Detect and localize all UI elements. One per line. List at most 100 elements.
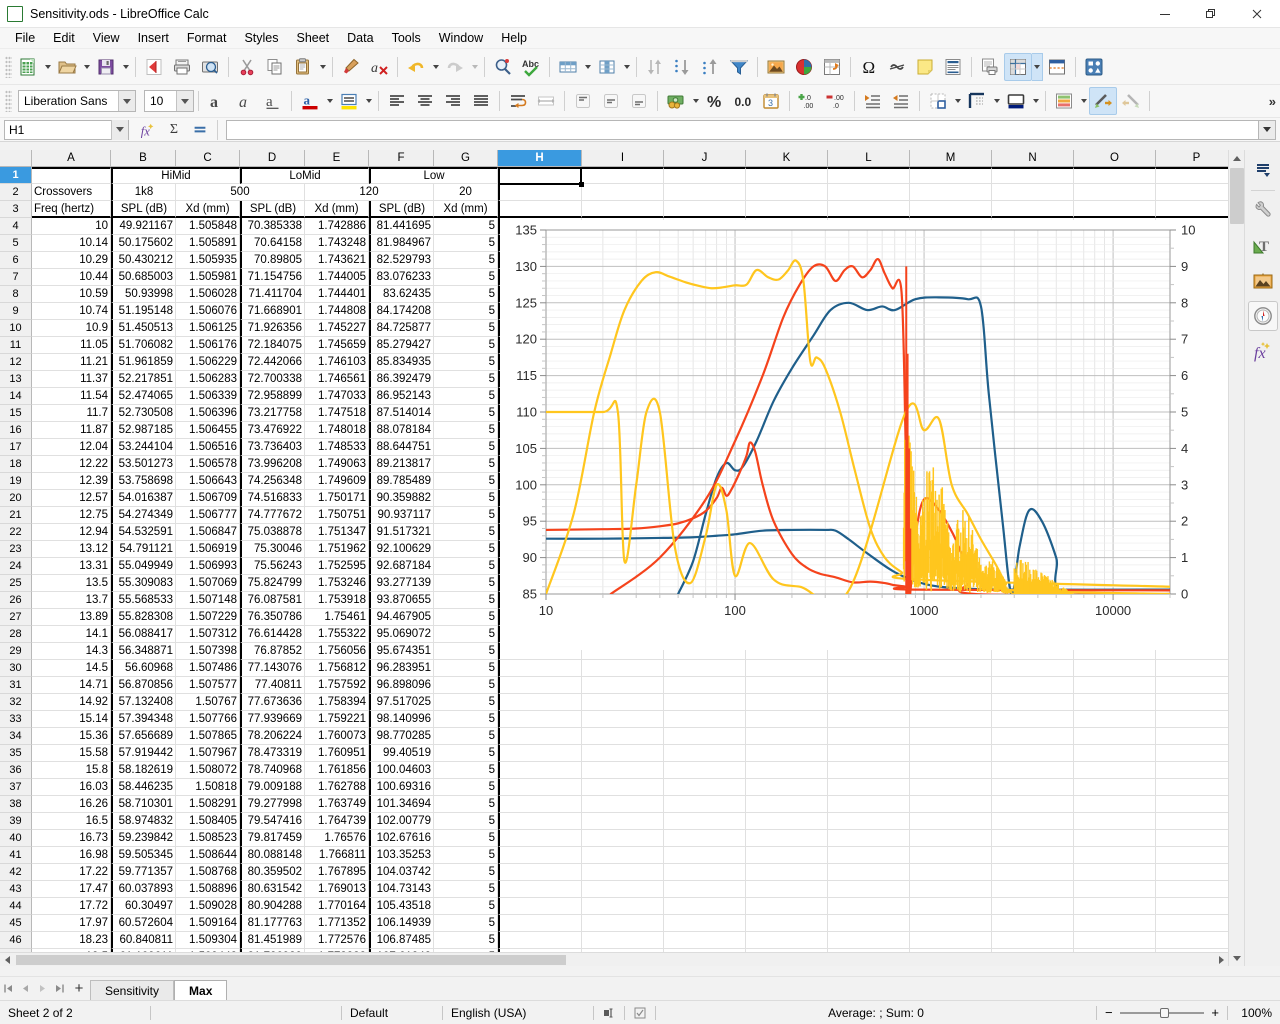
cell-B42[interactable]: 59.771357: [111, 864, 176, 881]
cell-B6[interactable]: 50.430212: [111, 252, 176, 269]
toolbar-grip[interactable]: [5, 90, 12, 112]
print-preview-icon[interactable]: [196, 53, 224, 81]
cell-G5[interactable]: 5: [434, 235, 498, 252]
cell-E30[interactable]: 1.756812: [305, 660, 369, 677]
cell-D36[interactable]: 78.740968: [240, 762, 305, 779]
first-sheet-icon[interactable]: [0, 978, 17, 1000]
cell-G43[interactable]: 5: [434, 881, 498, 898]
cell-A23[interactable]: 13.12: [32, 541, 111, 558]
cell-A16[interactable]: 11.87: [32, 422, 111, 439]
cell-C33[interactable]: 1.507766: [176, 711, 240, 728]
cell-C26[interactable]: 1.507148: [176, 592, 240, 609]
cell-B46[interactable]: 60.840811: [111, 932, 176, 949]
cell-H33[interactable]: [498, 711, 582, 728]
menu-sheet[interactable]: Sheet: [287, 29, 338, 47]
cell-F3[interactable]: SPL (dB): [369, 201, 434, 218]
cell-D39[interactable]: 79.547416: [240, 813, 305, 830]
cell-C5[interactable]: 1.505891: [176, 235, 240, 252]
cell-D38[interactable]: 79.277998: [240, 796, 305, 813]
row-header-41[interactable]: 41: [0, 847, 32, 864]
cell-styles-icon[interactable]: [1050, 87, 1078, 115]
cell-D23[interactable]: 75.30046: [240, 541, 305, 558]
cell-K36[interactable]: [746, 762, 828, 779]
cell-C37[interactable]: 1.50818: [176, 779, 240, 796]
increase-indent-icon[interactable]: [859, 87, 887, 115]
row-header-26[interactable]: 26: [0, 592, 32, 609]
autofilter-icon[interactable]: [725, 53, 753, 81]
cell-A5[interactable]: 10.14: [32, 235, 111, 252]
cell-C36[interactable]: 1.508072: [176, 762, 240, 779]
cell-D32[interactable]: 77.673636: [240, 694, 305, 711]
cell-J43[interactable]: [664, 881, 746, 898]
cell-C10[interactable]: 1.506125: [176, 320, 240, 337]
cell-A4[interactable]: 10: [32, 218, 111, 235]
cell-I39[interactable]: [582, 813, 664, 830]
cell-O44[interactable]: [1074, 898, 1156, 915]
cell-N2[interactable]: [992, 184, 1074, 201]
scroll-left-button[interactable]: [0, 953, 14, 967]
cell-G13[interactable]: 5: [434, 371, 498, 388]
cell-H39[interactable]: [498, 813, 582, 830]
column-header-a[interactable]: A: [32, 150, 111, 167]
row-header-11[interactable]: 11: [0, 337, 32, 354]
cell-D44[interactable]: 80.904288: [240, 898, 305, 915]
cell-L45[interactable]: [828, 915, 910, 932]
cell-A36[interactable]: 15.8: [32, 762, 111, 779]
cell-N40[interactable]: [992, 830, 1074, 847]
table-row[interactable]: 17.22 59.771357 1.508768 80.359502 1.767895 1…: [32, 864, 1280, 881]
cell-K44[interactable]: [746, 898, 828, 915]
cell-D26[interactable]: 76.087581: [240, 592, 305, 609]
cell-F1[interactable]: Low: [369, 167, 498, 184]
italic-icon[interactable]: a: [231, 87, 259, 115]
row-header-40[interactable]: 40: [0, 830, 32, 847]
cell-C29[interactable]: 1.507398: [176, 643, 240, 660]
special-character-icon[interactable]: Ω: [855, 53, 883, 81]
underline-icon[interactable]: a: [259, 87, 287, 115]
sheet-tab-sensitivity[interactable]: Sensitivity: [90, 980, 175, 1000]
row-header-25[interactable]: 25: [0, 575, 32, 592]
cell-E23[interactable]: 1.751962: [305, 541, 369, 558]
row-header-12[interactable]: 12: [0, 354, 32, 371]
cell-H43[interactable]: [498, 881, 582, 898]
table-row[interactable]: 15.8 58.182619 1.508072 78.740968 1.761856 10…: [32, 762, 1280, 779]
cell-B38[interactable]: 58.710301: [111, 796, 176, 813]
table-row[interactable]: Crossovers 1k8 500 120 20: [32, 184, 1280, 201]
cell-P44[interactable]: [1156, 898, 1238, 915]
cell-C15[interactable]: 1.506396: [176, 405, 240, 422]
minimize-icon[interactable]: [1142, 0, 1188, 28]
name-box[interactable]: H1: [4, 119, 129, 140]
cell-A41[interactable]: 16.98: [32, 847, 111, 864]
cell-D18[interactable]: 73.996208: [240, 456, 305, 473]
cell-G11[interactable]: 5: [434, 337, 498, 354]
cell-B16[interactable]: 52.987185: [111, 422, 176, 439]
cell-A18[interactable]: 12.22: [32, 456, 111, 473]
zoom-knob[interactable]: [1160, 1007, 1170, 1018]
cell-N31[interactable]: [992, 677, 1074, 694]
cell-B7[interactable]: 50.685003: [111, 269, 176, 286]
cell-D20[interactable]: 74.516833: [240, 490, 305, 507]
cell-I33[interactable]: [582, 711, 664, 728]
cell-G21[interactable]: 5: [434, 507, 498, 524]
table-row[interactable]: 17.47 60.037893 1.508896 80.631542 1.769013 1…: [32, 881, 1280, 898]
open-icon[interactable]: [53, 53, 81, 81]
border-style-dropdown-icon[interactable]: [991, 87, 1002, 115]
cell-F40[interactable]: 102.67616: [369, 830, 434, 847]
cell-K38[interactable]: [746, 796, 828, 813]
cell-A11[interactable]: 11.05: [32, 337, 111, 354]
cell-F16[interactable]: 88.078184: [369, 422, 434, 439]
freeze-dropdown-icon[interactable]: [1032, 52, 1043, 81]
table-row[interactable]: 16.03 58.446235 1.50818 79.009188 1.762788 10…: [32, 779, 1280, 796]
cell-N33[interactable]: [992, 711, 1074, 728]
cell-A10[interactable]: 10.9: [32, 320, 111, 337]
cell-G44[interactable]: 5: [434, 898, 498, 915]
cell-L34[interactable]: [828, 728, 910, 745]
cell-C7[interactable]: 1.505981: [176, 269, 240, 286]
row-header-22[interactable]: 22: [0, 524, 32, 541]
styles-icon[interactable]: T: [1248, 231, 1278, 261]
cell-G10[interactable]: 5: [434, 320, 498, 337]
row-header-37[interactable]: 37: [0, 779, 32, 796]
cell-N39[interactable]: [992, 813, 1074, 830]
language[interactable]: English (USA): [443, 1001, 593, 1024]
cell-K30[interactable]: [746, 660, 828, 677]
align-left-icon[interactable]: [383, 87, 411, 115]
